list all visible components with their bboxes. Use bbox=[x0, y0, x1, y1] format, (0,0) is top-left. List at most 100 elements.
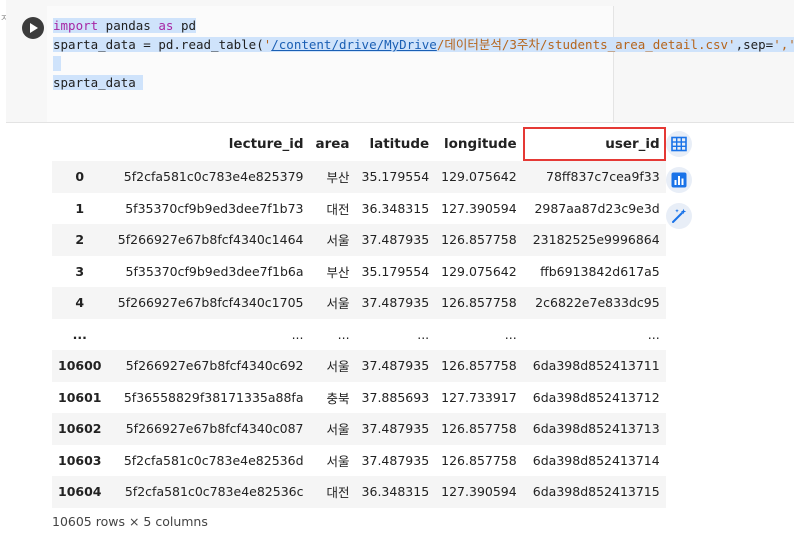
table-icon bbox=[671, 136, 687, 152]
column-header-area: area bbox=[315, 136, 350, 152]
suggest-charts-button[interactable] bbox=[666, 167, 692, 193]
table-cell: 5f35370cf9b9ed3dee7f1b6a bbox=[125, 263, 304, 279]
code-cell[interactable]: import pandas as pd sparta_data = pd.read… bbox=[6, 0, 794, 123]
code-token: /content/drive/MyDrive bbox=[271, 37, 437, 52]
table-cell: 78ff837c7cea9f33 bbox=[546, 169, 660, 185]
code-line[interactable]: import pandas as pd bbox=[53, 16, 794, 35]
table-row: 3 5f35370cf9b9ed3dee7f1b6a 부산 35.179554 129.… bbox=[52, 256, 666, 288]
table-cell: ffb6913842d617a5 bbox=[540, 263, 660, 279]
row-index: 4 bbox=[75, 295, 85, 311]
table-cell: 5f36558829f38171335a88fa bbox=[123, 389, 304, 405]
table-row: 1 5f35370cf9b9ed3dee7f1b73 대전 36.348315 127.… bbox=[52, 193, 666, 225]
table-cell: 부산 bbox=[326, 264, 350, 280]
code-token: ,sep= bbox=[735, 37, 774, 52]
row-index: 10600 bbox=[58, 358, 102, 374]
table-cell: 6da398d852413715 bbox=[532, 484, 660, 500]
code-token: import bbox=[53, 18, 99, 33]
table-cell: 37.487935 bbox=[361, 232, 430, 248]
table-cell: 서울 bbox=[326, 296, 350, 312]
selected-code: import pandas as pd bbox=[53, 18, 197, 33]
table-cell: 6da398d852413714 bbox=[532, 452, 660, 468]
code-token: sparta_data = pd.read_table( bbox=[53, 37, 264, 52]
table-cell: 대전 bbox=[326, 201, 350, 217]
table-cell: 대전 bbox=[326, 485, 350, 501]
column-header-longitude: longitude bbox=[444, 136, 517, 152]
table-row: 0 5f2cfa581c0c783e4e825379 부산 35.179554 129.… bbox=[52, 161, 666, 193]
dataframe-table: lecture_id area latitude longitude user_id 0… bbox=[52, 127, 666, 508]
table-cell: 35.179554 bbox=[361, 169, 430, 185]
table-cell: 부산 bbox=[326, 170, 350, 186]
table-cell: 126.857758 bbox=[441, 232, 517, 248]
code-token: as bbox=[158, 18, 174, 33]
table-cell: 서울 bbox=[326, 359, 350, 375]
table-cell: 35.179554 bbox=[361, 263, 430, 279]
generate-code-button[interactable] bbox=[666, 203, 692, 229]
table-cell: 5f266927e67b8fcf4340c1464 bbox=[117, 232, 304, 248]
table-cell: ... bbox=[504, 326, 517, 342]
table-cell: 126.857758 bbox=[441, 421, 517, 437]
table-cell: 5f2cfa581c0c783e4e82536d bbox=[123, 452, 304, 468]
row-index: 10604 bbox=[58, 484, 102, 500]
table-cell: 126.857758 bbox=[441, 295, 517, 311]
row-index: 10602 bbox=[58, 421, 102, 437]
table-cell: 서울 bbox=[326, 422, 350, 438]
index-header bbox=[52, 127, 108, 161]
column-header-lecture-id: lecture_id bbox=[228, 136, 304, 152]
table-cell: 5f266927e67b8fcf4340c1705 bbox=[117, 295, 304, 311]
table-cell: 서울 bbox=[326, 453, 350, 469]
selected-code: sparta_data bbox=[53, 75, 144, 90]
table-cell: 37.885693 bbox=[361, 389, 430, 405]
row-index: 10601 bbox=[58, 389, 102, 405]
table-cell: 37.487935 bbox=[361, 421, 430, 437]
table-cell: 5f2cfa581c0c783e4e825379 bbox=[123, 169, 304, 185]
table-cell: ... bbox=[291, 326, 304, 342]
table-cell: 37.487935 bbox=[361, 358, 430, 374]
selected-code: sparta_data = pd.read_table('/content/dr… bbox=[53, 37, 794, 52]
table-cell: 6da398d852413711 bbox=[532, 358, 660, 374]
table-cell: 37.487935 bbox=[361, 295, 430, 311]
magic-wand-icon bbox=[672, 208, 687, 223]
row-index: 2 bbox=[75, 232, 85, 248]
table-row: 10600 5f266927e67b8fcf4340c692 서울 37.487935… bbox=[52, 350, 666, 382]
code-text[interactable]: import pandas as pd sparta_data = pd.read… bbox=[53, 16, 794, 92]
table-row: 4 5f266927e67b8fcf4340c1705 서울 37.487935 126… bbox=[52, 287, 666, 319]
table-cell: 127.390594 bbox=[441, 200, 517, 216]
selected-code bbox=[53, 56, 61, 71]
table-cell: 5f266927e67b8fcf4340c692 bbox=[125, 358, 304, 374]
row-index: 10603 bbox=[58, 452, 102, 468]
table-cell: 서울 bbox=[326, 233, 350, 249]
code-line[interactable] bbox=[53, 54, 794, 73]
table-cell: 36.348315 bbox=[361, 484, 430, 500]
dataframe-shape: 10605 rows × 5 columns bbox=[52, 514, 208, 529]
table-cell: 129.075642 bbox=[441, 263, 517, 279]
table-cell: 129.075642 bbox=[441, 169, 517, 185]
table-cell: ... bbox=[337, 326, 350, 342]
table-row: 10601 5f36558829f38171335a88fa 충북 37.885693… bbox=[52, 382, 666, 414]
table-cell: 6da398d852413713 bbox=[532, 421, 660, 437]
code-token: pd bbox=[173, 18, 197, 33]
chart-icon bbox=[671, 172, 687, 188]
table-cell: 5f2cfa581c0c783e4e82536c bbox=[124, 484, 304, 500]
code-token: sparta_data bbox=[53, 75, 144, 90]
table-cell: 2c6822e7e833dc95 bbox=[535, 295, 660, 311]
table-cell: 충북 bbox=[326, 390, 350, 406]
table-cell: 126.857758 bbox=[441, 358, 517, 374]
table-body: 0 5f2cfa581c0c783e4e825379 부산 35.179554 129.… bbox=[52, 161, 666, 508]
code-line[interactable]: sparta_data bbox=[53, 73, 794, 92]
code-token: /데이터분석/3주차/students_area_detail.csv' bbox=[436, 37, 736, 52]
row-index: 1 bbox=[75, 200, 85, 216]
cell-output: lecture_id area latitude longitude user_id 0… bbox=[52, 127, 666, 508]
code-token: ',' bbox=[773, 37, 794, 52]
table-row: 10602 5f266927e67b8fcf4340c087 서울 37.487935… bbox=[52, 413, 666, 445]
convert-to-table-button[interactable] bbox=[666, 131, 692, 157]
row-index: ... bbox=[72, 326, 87, 342]
table-header-row: lecture_id area latitude longitude user_id bbox=[52, 127, 666, 161]
code-editor[interactable]: import pandas as pd sparta_data = pd.read… bbox=[47, 6, 794, 122]
table-cell: ... bbox=[647, 326, 660, 342]
table-cell: 37.487935 bbox=[361, 452, 430, 468]
table-cell: 6da398d852413712 bbox=[532, 389, 660, 405]
code-line[interactable]: sparta_data = pd.read_table('/content/dr… bbox=[53, 35, 794, 54]
run-cell-button[interactable] bbox=[22, 17, 44, 39]
code-token: pandas bbox=[98, 18, 159, 33]
table-cell: 127.390594 bbox=[441, 484, 517, 500]
